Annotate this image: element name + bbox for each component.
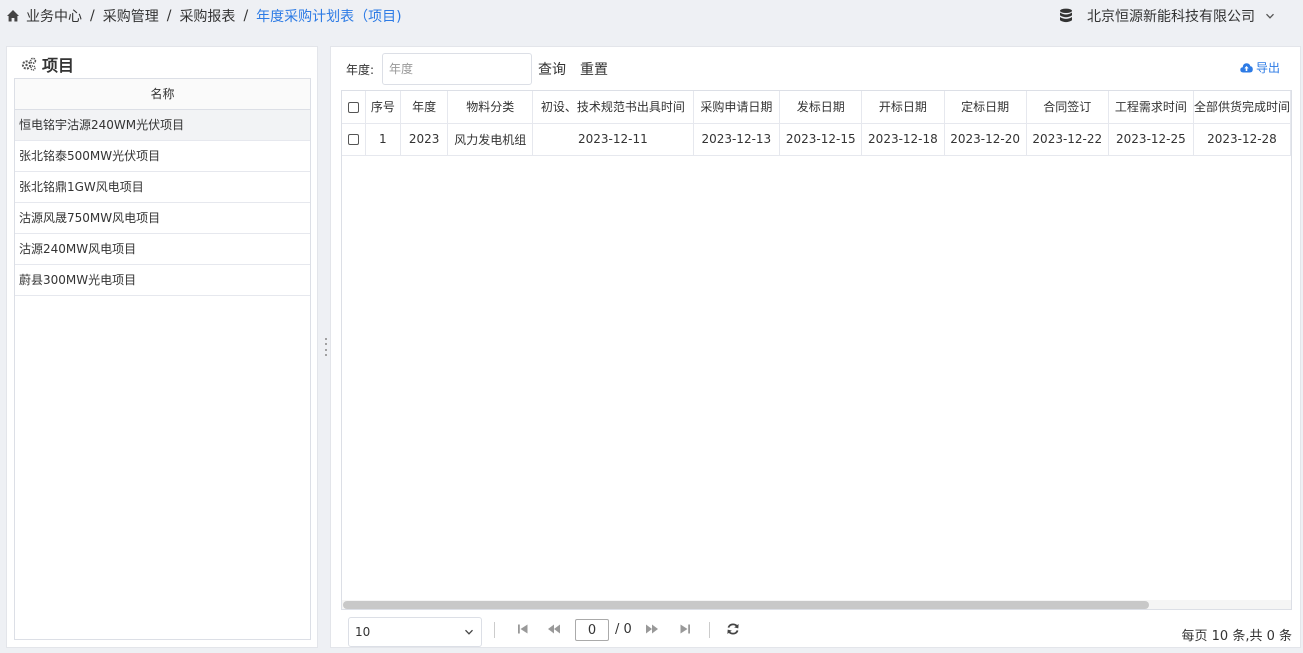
column-header[interactable]: 序号 xyxy=(365,91,402,124)
first-page-icon[interactable] xyxy=(516,622,530,636)
page-size-select[interactable]: 10 xyxy=(348,617,482,647)
project-panel: 项目 名称 恒电铭宇沽源240WM光伏项目 张北铭泰500MW光伏项目 张北铭鼎… xyxy=(6,46,318,648)
column-header[interactable]: 工程需求时间 xyxy=(1108,91,1194,124)
table-cell: 风力发电机组 xyxy=(447,123,534,156)
report-panel: 年度: 查询 重置 导出 序号 年度 物料分类 初设、技术规范书出具时间 采购申… xyxy=(330,46,1301,648)
breadcrumb-item-business-center[interactable]: 业务中心 xyxy=(26,6,82,26)
breadcrumb-item-procurement[interactable]: 采购管理 xyxy=(103,6,159,26)
divider xyxy=(709,622,710,638)
panel-resize-handle[interactable] xyxy=(324,338,328,356)
reset-button[interactable]: 重置 xyxy=(580,59,608,79)
breadcrumb-separator: / xyxy=(90,8,95,24)
home-icon[interactable] xyxy=(6,9,20,23)
top-bar: 业务中心 / 采购管理 / 采购报表 / 年度采购计划表（项目) 北京恒源新能科… xyxy=(0,0,1303,38)
breadcrumb: 业务中心 / 采购管理 / 采购报表 / 年度采购计划表（项目) xyxy=(6,6,402,26)
table-row[interactable]: 1 2023 风力发电机组 2023-12-11 2023-12-13 2023… xyxy=(342,123,1291,156)
column-header[interactable]: 初设、技术规范书出具时间 xyxy=(532,91,694,124)
divider xyxy=(494,622,495,638)
column-header[interactable]: 发标日期 xyxy=(779,91,863,124)
query-button[interactable]: 查询 xyxy=(538,59,566,79)
table-cell: 2023-12-28 xyxy=(1193,123,1291,156)
year-input[interactable] xyxy=(382,53,533,85)
project-item[interactable]: 张北铭泰500MW光伏项目 xyxy=(15,141,310,172)
table-cell: 2023-12-20 xyxy=(944,123,1027,156)
breadcrumb-item-procurement-report[interactable]: 采购报表 xyxy=(179,6,235,26)
year-label: 年度: xyxy=(346,62,375,77)
project-panel-title-text: 项目 xyxy=(42,56,75,75)
table-cell: 2023-12-22 xyxy=(1026,123,1109,156)
row-checkbox[interactable] xyxy=(342,123,366,156)
select-all-checkbox[interactable] xyxy=(342,91,366,124)
chevron-down-icon xyxy=(464,627,474,637)
table-cell: 2023-12-25 xyxy=(1108,123,1194,156)
table-cell: 2023-12-11 xyxy=(532,123,694,156)
table-cell: 1 xyxy=(365,123,402,156)
breadcrumb-current: 年度采购计划表（项目) xyxy=(256,9,402,25)
total-pages: / 0 xyxy=(615,622,632,637)
data-table: 序号 年度 物料分类 初设、技术规范书出具时间 采购申请日期 发标日期 开标日期… xyxy=(341,90,1292,610)
project-list: 名称 恒电铭宇沽源240WM光伏项目 张北铭泰500MW光伏项目 张北铭鼎1GW… xyxy=(14,78,311,640)
column-header[interactable]: 物料分类 xyxy=(447,91,534,124)
column-header[interactable]: 定标日期 xyxy=(944,91,1027,124)
pagination-summary: 每页 10 条,共 0 条 xyxy=(1181,629,1292,644)
gears-icon xyxy=(21,57,37,71)
database-icon xyxy=(1059,8,1073,24)
project-panel-title: 项目 xyxy=(21,52,74,76)
scrollbar-thumb[interactable] xyxy=(343,601,1149,609)
column-header[interactable]: 全部供货完成时间 xyxy=(1193,91,1291,124)
page-number-input[interactable] xyxy=(575,619,609,641)
column-header[interactable]: 合同签订 xyxy=(1026,91,1109,124)
last-page-icon[interactable] xyxy=(678,622,692,636)
project-item[interactable]: 张北铭鼎1GW风电项目 xyxy=(15,172,310,203)
cloud-upload-icon xyxy=(1240,62,1253,73)
table-header-row: 序号 年度 物料分类 初设、技术规范书出具时间 采购申请日期 发标日期 开标日期… xyxy=(342,91,1291,124)
breadcrumb-separator: / xyxy=(243,8,249,24)
breadcrumb-separator: / xyxy=(166,8,172,24)
export-label: 导出 xyxy=(1255,61,1280,75)
previous-page-icon[interactable] xyxy=(547,622,561,636)
table-cell: 2023-12-15 xyxy=(779,123,863,156)
project-list-header: 名称 xyxy=(15,79,310,110)
filter-bar: 年度: 查询 重置 xyxy=(346,53,616,85)
company-name: 北京恒源新能科技有限公司 xyxy=(1087,9,1255,25)
page-size-value: 10 xyxy=(355,625,371,639)
table-cell: 2023 xyxy=(400,123,449,156)
project-item[interactable]: 沽源240MW风电项目 xyxy=(15,234,310,265)
column-header[interactable]: 开标日期 xyxy=(861,91,945,124)
refresh-icon[interactable] xyxy=(726,622,740,636)
export-button[interactable]: 导出 xyxy=(1240,59,1280,76)
chevron-down-icon xyxy=(1265,11,1275,21)
company-switcher[interactable]: 北京恒源新能科技有限公司 xyxy=(1059,6,1275,26)
project-item[interactable]: 恒电铭宇沽源240WM光伏项目 xyxy=(15,110,310,141)
project-item[interactable]: 沽源风晟750MW风电项目 xyxy=(15,203,310,234)
pagination: 10 / 0 每页 10 条,共 0 条 xyxy=(348,617,1292,647)
column-header[interactable]: 采购申请日期 xyxy=(693,91,781,124)
table-cell: 2023-12-18 xyxy=(861,123,945,156)
table-cell: 2023-12-13 xyxy=(693,123,781,156)
project-item[interactable]: 蔚县300MW光电项目 xyxy=(15,265,310,296)
next-page-icon[interactable] xyxy=(645,622,659,636)
horizontal-scrollbar[interactable] xyxy=(342,600,1291,609)
column-header[interactable]: 年度 xyxy=(400,91,449,124)
